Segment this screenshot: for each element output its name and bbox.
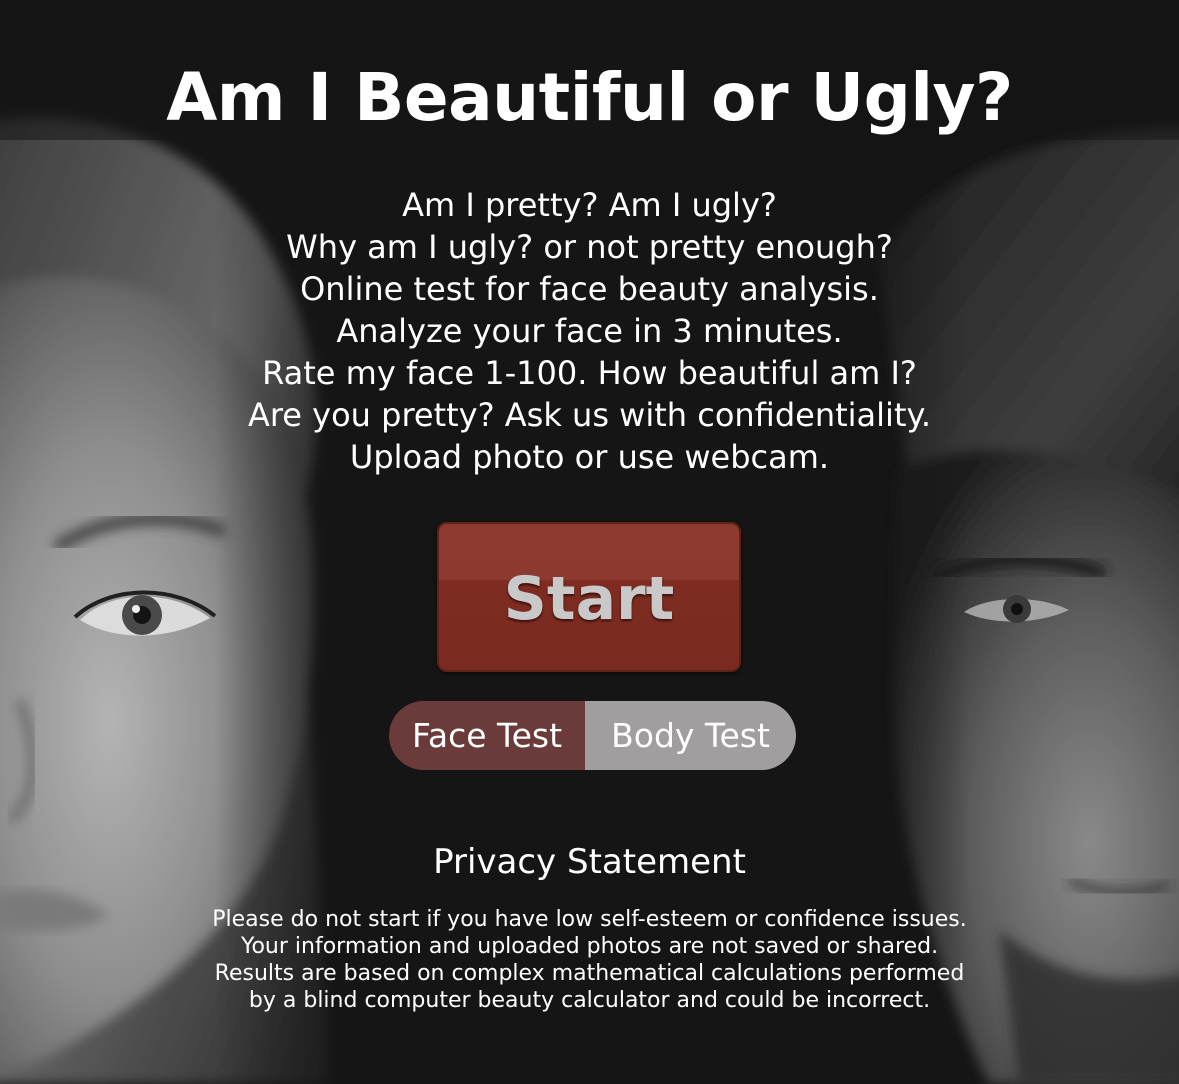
privacy-line: Results are based on complex mathematica… bbox=[214, 961, 965, 986]
start-button[interactable]: Start bbox=[437, 522, 741, 672]
start-button-label: Start bbox=[503, 564, 675, 634]
privacy-line: Please do not start if you have low self… bbox=[212, 907, 967, 932]
privacy-line: Your information and uploaded photos are… bbox=[240, 934, 939, 959]
face-test-option[interactable]: Face Test bbox=[389, 701, 585, 770]
intro-line: Online test for face beauty analysis. bbox=[300, 270, 879, 308]
privacy-line: by a blind computer beauty calculator an… bbox=[248, 988, 931, 1013]
landing-page: Am I Beautiful or Ugly? Am I pretty? Am … bbox=[0, 0, 1179, 1084]
privacy-statement-text: Please do not start if you have low self… bbox=[0, 906, 1179, 1014]
intro-line: Am I pretty? Am I ugly? bbox=[402, 186, 777, 224]
intro-line: Why am I ugly? or not pretty enough? bbox=[286, 228, 893, 266]
body-test-option[interactable]: Body Test bbox=[585, 701, 796, 770]
intro-text: Am I pretty? Am I ugly? Why am I ugly? o… bbox=[0, 184, 1179, 478]
privacy-statement-title: Privacy Statement bbox=[433, 842, 746, 882]
intro-line: Rate my face 1-100. How beautiful am I? bbox=[262, 354, 917, 392]
intro-line: Analyze your face in 3 minutes. bbox=[336, 312, 843, 350]
intro-line: Are you pretty? Ask us with confidential… bbox=[247, 396, 932, 434]
intro-line: Upload photo or use webcam. bbox=[349, 438, 830, 476]
page-title: Am I Beautiful or Ugly? bbox=[166, 59, 1013, 136]
test-type-toggle: Face Test Body Test bbox=[389, 701, 796, 770]
